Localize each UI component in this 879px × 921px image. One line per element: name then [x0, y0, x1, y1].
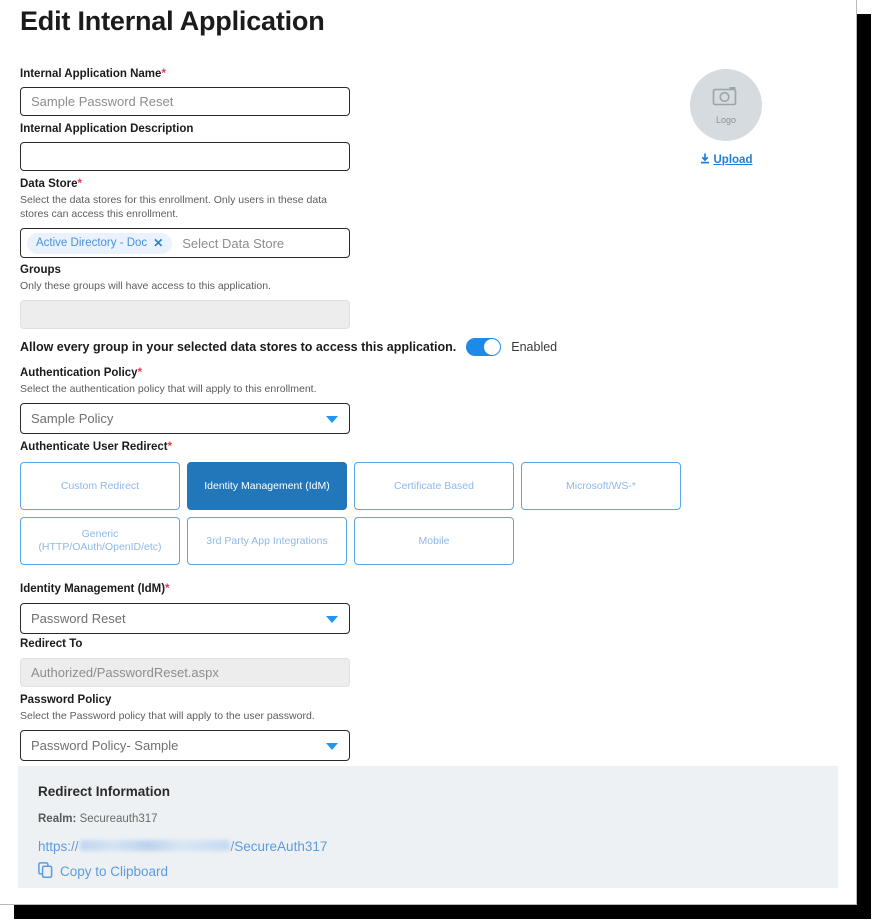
- redirect-option-tiles: Custom Redirect Identity Management (IdM…: [20, 462, 690, 565]
- redirect-to-input: [20, 658, 350, 687]
- redirect-url-suffix: /SecureAuth317: [230, 839, 328, 854]
- required-marker: *: [165, 583, 170, 595]
- toggle-knob: [484, 339, 501, 355]
- redirect-to-label: Redirect To: [20, 638, 83, 650]
- data-store-chip-label: Active Directory - Doc: [36, 237, 148, 249]
- redacted-host: [79, 840, 230, 851]
- auth-policy-select[interactable]: Sample Policy: [20, 403, 350, 434]
- upload-logo-link[interactable]: Upload: [690, 153, 762, 167]
- download-arrow-icon: [700, 153, 710, 167]
- password-policy-label: Password Policy: [20, 694, 112, 706]
- redirect-information-title: Redirect Information: [38, 784, 171, 799]
- auth-policy-value: Sample Policy: [20, 403, 350, 434]
- redirect-option-custom-redirect[interactable]: Custom Redirect: [20, 462, 180, 510]
- copy-to-clipboard-label: Copy to Clipboard: [60, 864, 169, 879]
- realm-line: Realm: Secureauth317: [38, 813, 818, 825]
- screenshot-root: Edit Internal Application Logo Upload In…: [0, 0, 879, 921]
- field-authenticate-user-redirect: Authenticate User Redirect* Custom Redir…: [20, 440, 690, 565]
- allow-all-groups-toggle[interactable]: [466, 338, 502, 356]
- field-app-description: Internal Application Description: [20, 122, 350, 171]
- application-edit-card: Edit Internal Application Logo Upload In…: [0, 0, 857, 905]
- realm-value: Secureauth317: [79, 813, 158, 825]
- logo-placeholder-label: Logo: [715, 114, 737, 125]
- required-marker: *: [161, 68, 166, 80]
- authenticate-user-redirect-label: Authenticate User Redirect*: [20, 441, 173, 453]
- groups-input: [20, 300, 350, 329]
- card-inner: Edit Internal Application Logo Upload In…: [0, 0, 856, 904]
- app-name-label: Internal Application Name*: [20, 68, 166, 80]
- groups-helper: Only these groups will have access to th…: [20, 280, 271, 292]
- field-idm: Identity Management (IdM)* Password Rese…: [20, 582, 350, 634]
- groups-label: Groups: [20, 264, 61, 276]
- field-auth-policy: Authentication Policy* Select the authen…: [20, 366, 350, 434]
- data-store-placeholder: Select Data Store: [182, 235, 285, 251]
- redirect-option-certificate-based[interactable]: Certificate Based: [354, 462, 514, 510]
- required-marker: *: [167, 441, 173, 453]
- data-store-helper: Select the data stores for this enrollme…: [20, 194, 327, 220]
- allow-all-groups-state: Enabled: [511, 340, 558, 354]
- redirect-url-prefix: https://: [38, 839, 79, 854]
- allow-all-groups-label: Allow every group in your selected data …: [20, 340, 457, 354]
- required-marker: *: [137, 367, 143, 379]
- idm-value: Password Reset: [20, 603, 350, 634]
- password-policy-value: Password Policy- Sample: [20, 730, 350, 761]
- auth-policy-helper: Select the authentication policy that wi…: [20, 383, 317, 395]
- copy-icon: [38, 862, 53, 881]
- redirect-option-identity-management[interactable]: Identity Management (IdM): [187, 462, 347, 510]
- logo-upload-group: Logo Upload: [690, 69, 762, 167]
- idm-select[interactable]: Password Reset: [20, 603, 350, 634]
- close-icon[interactable]: ✕: [153, 237, 163, 249]
- redirect-information-panel: Redirect Information Realm: Secureauth31…: [18, 766, 838, 888]
- redirect-option-third-party[interactable]: 3rd Party App Integrations: [187, 517, 347, 565]
- logo-placeholder[interactable]: Logo: [690, 69, 762, 141]
- app-name-input[interactable]: [20, 87, 350, 116]
- redirect-option-mobile[interactable]: Mobile: [354, 517, 514, 565]
- realm-label: Realm:: [38, 813, 77, 825]
- redirect-option-microsoft-ws[interactable]: Microsoft/WS-*: [521, 462, 681, 510]
- auth-policy-label: Authentication Policy*: [20, 367, 143, 379]
- app-description-label: Internal Application Description: [20, 123, 194, 135]
- required-marker: *: [77, 178, 83, 190]
- data-store-label: Data Store*: [20, 178, 83, 190]
- data-store-chip[interactable]: Active Directory - Doc ✕: [27, 232, 173, 254]
- tile-grid-spacer: [521, 517, 681, 565]
- copy-to-clipboard-link[interactable]: Copy to Clipboard: [38, 862, 818, 881]
- page-title: Edit Internal Application: [20, 6, 325, 36]
- upload-label: Upload: [713, 154, 753, 166]
- idm-label: Identity Management (IdM)*: [20, 583, 170, 595]
- field-password-policy: Password Policy Select the Password poli…: [20, 693, 350, 761]
- field-app-name: Internal Application Name*: [20, 67, 350, 116]
- redirect-option-generic[interactable]: Generic (HTTP/OAuth/OpenID/etc): [20, 517, 180, 565]
- data-store-input[interactable]: Active Directory - Doc ✕ Select Data Sto…: [20, 228, 350, 258]
- field-groups: Groups Only these groups will have acces…: [20, 263, 350, 329]
- password-policy-helper: Select the Password policy that will app…: [20, 710, 315, 722]
- app-description-input[interactable]: [20, 142, 350, 171]
- field-redirect-to: Redirect To: [20, 637, 350, 687]
- field-data-store: Data Store* Select the data stores for t…: [20, 177, 350, 258]
- password-policy-select[interactable]: Password Policy- Sample: [20, 730, 350, 761]
- redirect-url[interactable]: https:// /SecureAuth317: [38, 839, 818, 854]
- allow-all-groups-row: Allow every group in your selected data …: [20, 338, 557, 356]
- camera-icon: [712, 86, 740, 112]
